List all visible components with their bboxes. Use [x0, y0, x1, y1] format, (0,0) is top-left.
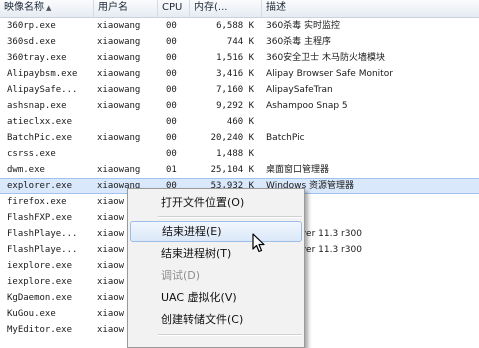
- process-memory: 20,240 K: [210, 133, 254, 143]
- process-description: Ashampoo Snap 5: [266, 101, 348, 111]
- process-description: Alipay Browser Safe Monitor: [266, 69, 393, 79]
- process-name: iexplore.exe: [7, 277, 73, 287]
- process-cpu: 01: [166, 165, 177, 175]
- process-memory: 1,488 K: [216, 149, 254, 159]
- column-memory-label: 内存(...: [194, 2, 228, 13]
- process-cpu: 00: [166, 53, 177, 63]
- menu-item-end-process-tree[interactable]: 结束进程树(T): [130, 243, 302, 264]
- process-name: 360rp.exe: [7, 21, 56, 31]
- process-description: BatchPic: [266, 133, 305, 143]
- process-name: firefox.exe: [7, 197, 67, 207]
- sort-arrow-icon: ▲: [46, 4, 52, 12]
- menu-item-debug[interactable]: 调试(D): [130, 265, 302, 286]
- process-row[interactable]: AlipaySafe... xiaowang 00 7,160 K AlipaySafe…: [0, 82, 479, 98]
- process-row[interactable]: csrss.exe 00 1,488 K: [0, 146, 479, 162]
- process-cpu: 00: [166, 149, 177, 159]
- column-header: 映像名称 ▲ 用户名 CPU 内存(... 描述: [0, 0, 479, 18]
- process-name: MyEditor.exe: [7, 325, 73, 335]
- column-header-cpu[interactable]: CPU: [158, 0, 190, 17]
- process-description: 360杀毒 主程序: [266, 37, 332, 47]
- process-cpu: 00: [166, 133, 177, 143]
- process-user: xiaowang: [97, 133, 141, 143]
- process-memory: 7,160 K: [216, 85, 254, 95]
- process-user: xiaowang: [97, 37, 141, 47]
- process-user: xiaowang: [97, 21, 141, 31]
- process-row[interactable]: ashsnap.exe xiaowang 00 9,292 K Ashampoo Sna…: [0, 98, 479, 114]
- context-menu: 打开文件位置(O) 结束进程(E) 结束进程树(T) 调试(D) UAC 虚拟化…: [127, 188, 305, 348]
- process-cpu: 00: [166, 37, 177, 47]
- process-memory: 744 K: [226, 37, 254, 47]
- menu-item-uac-virtualization[interactable]: UAC 虚拟化(V): [130, 287, 302, 308]
- process-cpu: 00: [166, 101, 177, 111]
- process-name: KuGou.exe: [7, 309, 56, 319]
- process-row[interactable]: 360rp.exe xiaowang 00 6,588 K 360杀毒 实时监控: [0, 18, 479, 34]
- menu-item-create-dump-file[interactable]: 创建转储文件(C): [130, 309, 302, 330]
- process-name: ashsnap.exe: [7, 101, 67, 111]
- process-memory: 460 K: [226, 117, 254, 127]
- process-name: AlipaySafe...: [7, 85, 78, 95]
- process-row[interactable]: 360tray.exe xiaowang 00 1,516 K 360安全卫士 木马防火…: [0, 50, 479, 66]
- process-row[interactable]: BatchPic.exe xiaowang 00 20,240 K BatchPic: [0, 130, 479, 146]
- process-row[interactable]: atieclxx.exe 00 460 K: [0, 114, 479, 130]
- process-user: xiaowang: [97, 165, 141, 175]
- process-user: xiaowang: [97, 85, 141, 95]
- process-user: xiaowang: [97, 69, 141, 79]
- process-description: AlipaySafeTran: [266, 85, 333, 95]
- process-memory: 3,416 K: [216, 69, 254, 79]
- process-memory: 6,588 K: [216, 21, 254, 31]
- process-name: dwm.exe: [7, 165, 45, 175]
- menu-separator: [158, 216, 302, 218]
- process-description: 360安全卫士 木马防火墙模块: [266, 53, 386, 63]
- process-name: FlashFXP.exe: [7, 213, 73, 223]
- process-name: explorer.exe: [7, 181, 73, 191]
- mouse-pointer-icon: [252, 233, 265, 253]
- process-description: 360杀毒 实时监控: [266, 21, 341, 31]
- process-name: csrss.exe: [7, 149, 56, 159]
- process-row[interactable]: Alipaybsm.exe xiaowang 00 3,416 K Alipay Bro…: [0, 66, 479, 82]
- menu-item-open-file-location[interactable]: 打开文件位置(O): [130, 192, 302, 213]
- process-name: FlashPlaye...: [7, 229, 78, 239]
- process-cpu: 00: [166, 85, 177, 95]
- process-user: xiaowang: [97, 53, 141, 63]
- process-description: 桌面窗口管理器: [266, 165, 330, 175]
- process-name: KgDaemon.exe: [7, 293, 73, 303]
- column-cpu-label: CPU: [162, 2, 183, 13]
- process-cpu: 00: [166, 117, 177, 127]
- process-name: Alipaybsm.exe: [7, 69, 78, 79]
- process-memory: 1,516 K: [216, 53, 254, 63]
- column-header-memory[interactable]: 内存(...: [190, 0, 262, 17]
- process-name: BatchPic.exe: [7, 133, 73, 143]
- menu-item-end-process[interactable]: 结束进程(E): [130, 221, 302, 242]
- process-cpu: 00: [166, 21, 177, 31]
- process-row[interactable]: 360sd.exe xiaowang 00 744 K 360杀毒 主程序: [0, 34, 479, 50]
- column-user-label: 用户名: [98, 2, 128, 13]
- menu-separator: [158, 334, 302, 336]
- process-name: atieclxx.exe: [7, 117, 73, 127]
- process-memory: 9,292 K: [216, 101, 254, 111]
- column-header-name[interactable]: 映像名称 ▲: [0, 0, 94, 17]
- process-cpu: 00: [166, 69, 177, 79]
- process-memory: 25,104 K: [210, 165, 254, 175]
- process-user: xiaowang: [97, 101, 141, 111]
- process-name: iexplore.exe: [7, 261, 73, 271]
- column-header-description[interactable]: 描述: [262, 0, 479, 17]
- column-description-label: 描述: [266, 2, 286, 13]
- process-name: FlashPlaye...: [7, 245, 78, 255]
- process-name: 360tray.exe: [7, 53, 67, 63]
- column-header-user[interactable]: 用户名: [94, 0, 158, 17]
- column-name-label: 映像名称: [4, 2, 44, 13]
- process-row[interactable]: dwm.exe xiaowang 01 25,104 K 桌面窗口管理器: [0, 162, 479, 178]
- process-name: 360sd.exe: [7, 37, 56, 47]
